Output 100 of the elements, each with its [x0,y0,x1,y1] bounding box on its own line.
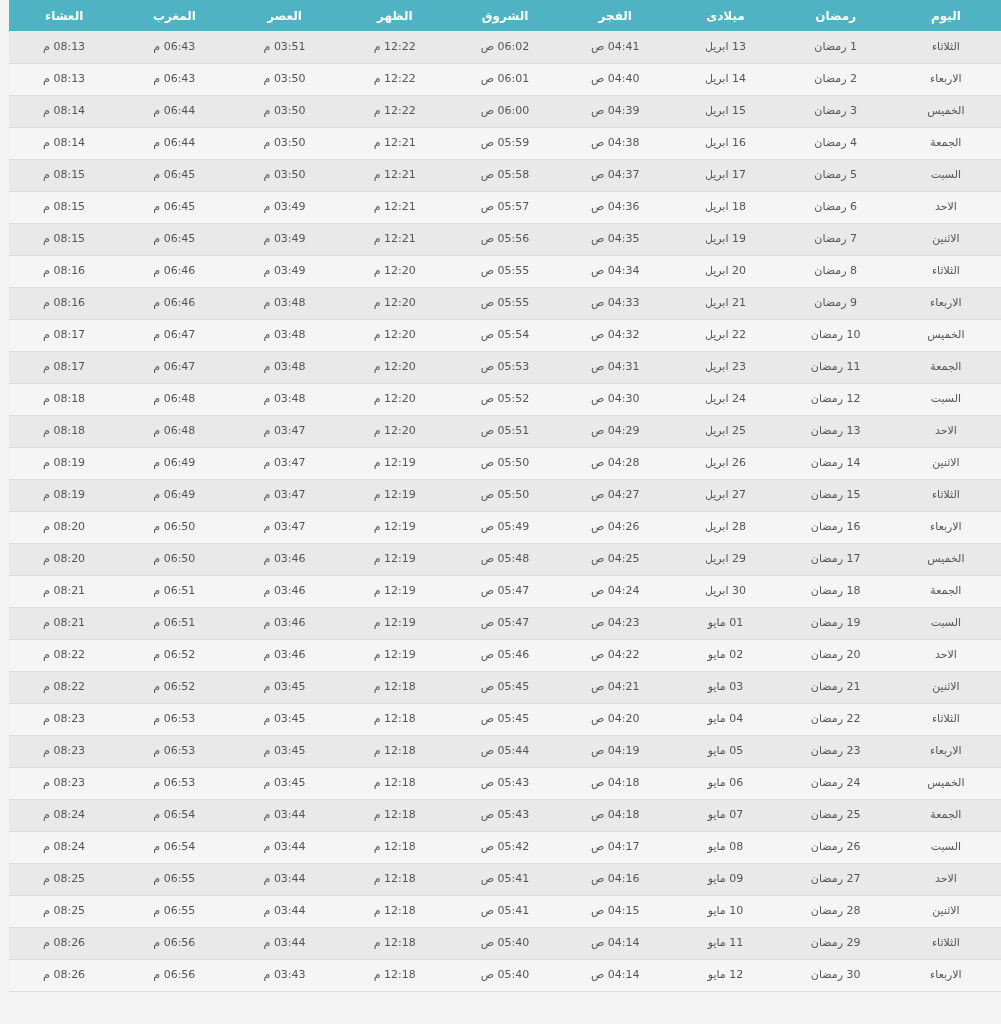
table-cell: 19 رمضان [780,607,891,639]
table-cell: 03:46 م [229,543,340,575]
table-cell: 12:18 م [339,863,450,895]
table-cell: 04:24 ص [560,575,671,607]
table-cell: 06:45 م [119,223,230,255]
table-cell: 06:55 م [119,863,230,895]
table-cell: 11 مايو [670,927,781,959]
table-cell: 06:56 م [119,927,230,959]
table-cell: 23 رمضان [780,735,891,767]
table-cell: 16 ابريل [670,127,781,159]
table-cell: 08:23 م [9,703,120,735]
table-cell: 06:43 م [119,63,230,95]
table-cell: 01 مايو [670,607,781,639]
table-cell: 7 رمضان [780,223,891,255]
table-cell: 4 رمضان [780,127,891,159]
table-cell: 04:25 ص [560,543,671,575]
table-cell: الاحد [890,415,1001,447]
table-cell: 08:24 م [9,799,120,831]
table-cell: 12:18 م [339,959,450,991]
table-cell: 04:31 ص [560,351,671,383]
table-cell: 05:50 ص [449,447,561,479]
table-cell: 06:46 م [119,287,230,319]
table-cell: 12:18 م [339,735,450,767]
table-cell: 25 رمضان [780,799,891,831]
table-cell: 04:39 ص [560,95,671,127]
table-cell: 03:44 م [229,799,340,831]
table-cell: الخميس [890,95,1001,127]
table-cell: 12:18 م [339,927,450,959]
table-cell: 08:13 م [9,63,120,95]
table-cell: 12:20 م [339,383,450,415]
table-cell: 12:22 م [339,95,450,127]
table-cell: 8 رمضان [780,255,891,287]
table-cell: 03:45 م [229,735,340,767]
table-cell: 08:14 م [9,95,120,127]
table-cell: 05:47 ص [449,575,561,607]
table-cell: 15 رمضان [780,479,891,511]
table-cell: 26 ابريل [670,447,781,479]
table-cell: 04:27 ص [560,479,671,511]
table-cell: 06:44 م [119,95,230,127]
table-cell: 08:18 م [9,383,120,415]
table-cell: 23 ابريل [670,351,781,383]
table-cell: 14 رمضان [780,447,891,479]
table-cell: 08:25 م [9,895,120,927]
table-cell: 02 مايو [670,639,781,671]
table-cell: 12:21 م [339,191,450,223]
table-cell: 04:19 ص [560,735,671,767]
table-cell: 12:18 م [339,831,450,863]
table-cell: 05:47 ص [449,607,561,639]
table-cell: 12:19 م [339,639,450,671]
table-cell: 03:48 م [229,319,340,351]
table-cell: 06:55 م [119,895,230,927]
table-cell: 10 رمضان [780,319,891,351]
table-cell: 05:41 ص [449,863,561,895]
table-cell: 12:19 م [339,511,450,543]
table-cell: 08:16 م [9,255,120,287]
table-cell: 3 رمضان [780,95,891,127]
table-cell: 04:36 ص [560,191,671,223]
table-cell: 08:17 م [9,319,120,351]
table-cell: 04 مايو [670,703,781,735]
table-cell: 05:49 ص [449,511,561,543]
table-cell: 05:50 ص [449,479,561,511]
table-cell: 05:45 ص [449,703,561,735]
table-cell: 06:48 م [119,415,230,447]
table-cell: 04:33 ص [560,287,671,319]
table-cell: 08:26 م [9,927,120,959]
table-cell: الخميس [890,543,1001,575]
table-cell: 05:53 ص [449,351,561,383]
table-cell: 14 ابريل [670,63,781,95]
table-cell: 04:38 ص [560,127,671,159]
table-cell: 05:55 ص [449,287,561,319]
table-cell: 03:45 م [229,703,340,735]
table-cell: 03:48 م [229,351,340,383]
table-cell: الاثنين [890,447,1001,479]
table-cell: 20 ابريل [670,255,781,287]
table-cell: 08:19 م [9,479,120,511]
table-cell: 6 رمضان [780,191,891,223]
table-cell: 15 ابريل [670,95,781,127]
table-cell: 06:45 م [119,159,230,191]
table-cell: 04:26 ص [560,511,671,543]
table-cell: 05:56 ص [449,223,561,255]
table-cell: 03:47 م [229,479,340,511]
table-cell: الاحد [890,639,1001,671]
table-cell: 03:45 م [229,767,340,799]
table-cell: الاربعاء [890,959,1001,991]
table-cell: الاثنين [890,671,1001,703]
table-cell: 12:20 م [339,255,450,287]
table-cell: 06:51 م [119,575,230,607]
table-cell: 12:18 م [339,671,450,703]
table-cell: 06:54 م [119,831,230,863]
table-cell: 04:32 ص [560,319,671,351]
table-cell: 9 رمضان [780,287,891,319]
table-cell: 08:15 م [9,159,120,191]
table-cell: 06:02 ص [449,31,561,63]
table-cell: الاثنين [890,895,1001,927]
table-cell: 08:22 م [9,639,120,671]
table-cell: 28 ابريل [670,511,781,543]
table-cell: 13 ابريل [670,31,781,63]
table-cell: 04:30 ص [560,383,671,415]
table-cell: 06:49 م [119,447,230,479]
table-cell: 04:17 ص [560,831,671,863]
